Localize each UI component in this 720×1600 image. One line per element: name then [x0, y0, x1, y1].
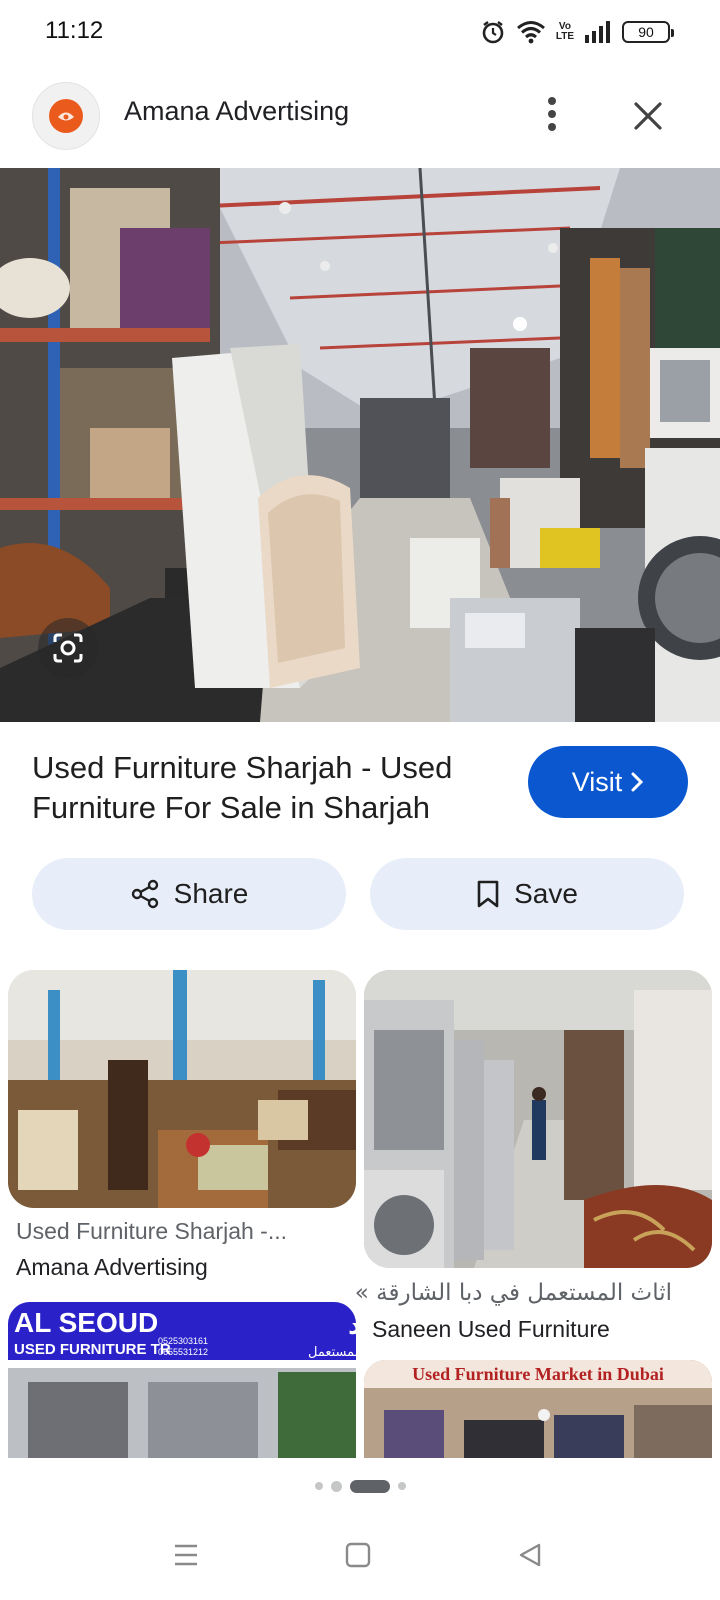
bookmark-icon [477, 880, 499, 908]
amana-logo-icon [49, 99, 83, 133]
status-icons: Vo LTE 90 [480, 18, 674, 46]
sign-phone-2: 0655531212 [158, 1347, 208, 1357]
page-dot-4 [397, 1482, 406, 1490]
sign-subtitle: USED FURNITURE TR [14, 1341, 171, 1358]
site-logo[interactable] [32, 82, 100, 150]
visit-button[interactable]: Visit [528, 746, 688, 818]
related-source-1[interactable]: Amana Advertising [16, 1254, 208, 1281]
related-image-2[interactable] [364, 970, 712, 1268]
site-name[interactable]: Amana Advertising [124, 96, 349, 127]
viewer-header: Amana Advertising [0, 66, 720, 166]
save-button[interactable]: Save [370, 858, 684, 930]
related-image-3[interactable]: AL SEOUD USED FURNITURE TR 0525303161 06… [8, 1302, 356, 1458]
volte-icon: Vo LTE [555, 21, 574, 42]
battery-icon: 90 [622, 21, 674, 43]
share-button[interactable]: Share [32, 858, 346, 930]
save-label: Save [514, 878, 578, 909]
back-button[interactable] [500, 1530, 560, 1580]
signal-icon [584, 21, 612, 43]
lens-icon [53, 633, 83, 663]
related-image-1[interactable] [8, 970, 356, 1208]
visit-label: Visit [571, 766, 623, 797]
sign-title: AL SEOUD [14, 1307, 158, 1338]
lens-search-button[interactable] [38, 618, 98, 678]
share-label: Share [173, 878, 249, 909]
wifi-icon [516, 20, 546, 44]
sign-arabic: السعود [348, 1311, 356, 1341]
related-image-4[interactable]: Used Furniture Market in Dubai [364, 1360, 712, 1458]
status-bar: 11:12 Vo LTE 90 [0, 0, 720, 66]
page-dot-1 [314, 1482, 323, 1490]
related-source-2[interactable]: Saneen Used Furniture [372, 1316, 610, 1343]
close-icon [634, 102, 662, 130]
banner-text: Used Furniture Market in Dubai [412, 1364, 664, 1384]
related-caption-2[interactable]: اثاث المستعمل في دبا الشارقة » [355, 1280, 672, 1306]
page-dot-2 [330, 1480, 342, 1492]
sign-arabic-sub: اثاث المستعمل [308, 1345, 356, 1360]
page-indicator [0, 1476, 720, 1496]
related-caption-1[interactable]: Used Furniture Sharjah -... [16, 1218, 287, 1245]
back-triangle-icon [519, 1543, 541, 1567]
menu-icon [175, 1544, 197, 1566]
system-nav-bar [0, 1522, 720, 1600]
home-button[interactable] [328, 1530, 388, 1580]
sign-phone-1: 0525303161 [158, 1336, 208, 1346]
close-button[interactable] [624, 92, 672, 140]
result-title[interactable]: Used Furniture Sharjah - Used Furniture … [32, 748, 502, 828]
more-options-button[interactable] [530, 92, 574, 136]
recents-button[interactable] [156, 1530, 216, 1580]
chevron-right-icon [631, 772, 644, 792]
status-time: 11:12 [45, 17, 104, 44]
alarm-icon [480, 19, 506, 45]
share-icon [131, 879, 158, 909]
hero-image[interactable] [0, 168, 720, 722]
page-dot-active [349, 1479, 390, 1493]
more-vert-icon [548, 97, 556, 131]
home-square-icon [345, 1542, 371, 1568]
